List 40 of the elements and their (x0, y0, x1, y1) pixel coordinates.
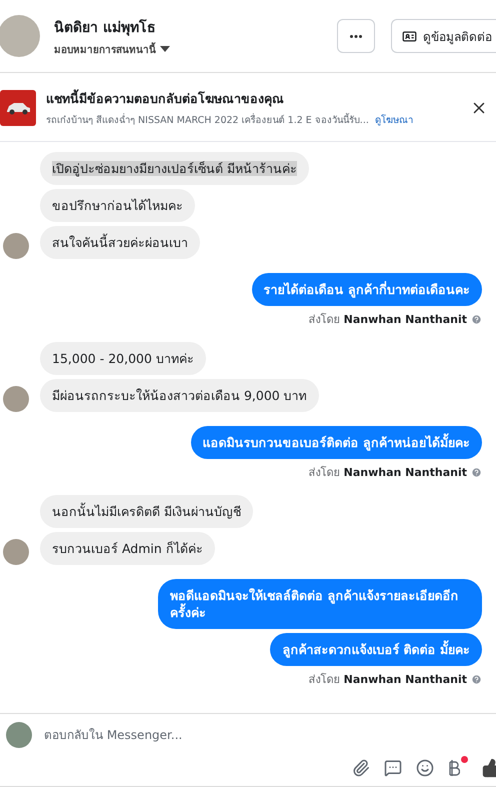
caret-icon[interactable] (160, 46, 170, 52)
message-bubble: ลูกค้าสะดวกแจ้งเบอร์ ติดต่อ มั้ยคะ (270, 633, 482, 666)
sent-by-label: ส่งโดย (308, 672, 340, 688)
page-avatar (6, 722, 32, 748)
sender-name: Nanwhan Nanthanit (344, 672, 467, 686)
help-icon[interactable] (471, 466, 482, 478)
chat-bubble-icon[interactable] (384, 759, 402, 777)
sender-name: Nanwhan Nanthanit (344, 466, 467, 478)
baht-icon[interactable] (448, 759, 460, 777)
contact-card-icon (402, 28, 417, 44)
sender-name: Nanwhan Nanthanit (344, 312, 467, 326)
message-bubble: แอดมินรบกวนขอเบอร์ติดต่อ ลูกค้าหน่อยได้มั้ยคะ (190, 426, 482, 459)
message-bubble: รายได้ต่อเดือน ลูกค้ากี่บาทต่อเดือนคะ (252, 273, 482, 306)
message-bubble: มีผ่อนรถกระบะให้น้องสาวต่อเดือน 9,000 บาท (40, 379, 319, 412)
profile-photo (0, 15, 40, 57)
avatar (3, 539, 29, 565)
contact-name: นิตดิยา แม่พุทโธ (54, 18, 157, 38)
avatar (3, 386, 29, 412)
avatar (3, 233, 29, 259)
ad-description: รถเก๋งบ้านๆ สีแดงฉ่ำๆ NISSAN MARCH 2022 เครื่องยนต์ 1.2 E จองวันนี้รับ... (46, 112, 369, 127)
message-bubble: สนใจคันนี้สวยค่ะผ่อนเบา (40, 226, 200, 259)
sent-by-label: ส่งโดย (308, 312, 340, 328)
message-bubble: พอดีแอดมินจะให้เชลล์ติดต่อ ลูกค้าแจ้งรายละเอียดอีกครั้งค่ะ (158, 579, 482, 629)
help-icon[interactable] (471, 674, 482, 684)
attachment-icon[interactable] (352, 759, 370, 777)
message-bubble: 15,000 - 20,000 บาทค่ะ (40, 342, 206, 375)
help-icon[interactable] (471, 314, 482, 324)
message-bubble: รบกวนเบอร์ Admin ก็ได้ค่ะ (40, 532, 215, 565)
car-ad-thumbnail (0, 90, 36, 126)
message-bubble: เปิดอู่ปะซ่อมยางมียางเปอร์เซ็นต์ มีหน้าร้านค่ะ (40, 152, 309, 185)
view-ad-link[interactable]: ดูโฆษณา (374, 112, 413, 127)
assign-conversation-link[interactable]: มอบหมายการสนทนานี้ (54, 42, 156, 56)
emoji-icon[interactable] (416, 759, 434, 777)
more-icon (350, 34, 362, 38)
contact-info-button[interactable]: ดูข้อมูลติดต่อ (391, 19, 496, 53)
message-bubble: ขอปรึกษาก่อนได้ไหมคะ (40, 189, 195, 222)
ad-notice-title: แชทนี้มีข้อความตอบกลับต่อโฆษณาของคุณ (46, 89, 285, 109)
thumbs-up-icon[interactable] (482, 758, 496, 778)
message-bubble: นอกนั้นไม่มีเครดิตดี มีเงินผ่านบัญชี (40, 495, 253, 528)
sent-by-label: ส่งโดย (308, 465, 340, 481)
